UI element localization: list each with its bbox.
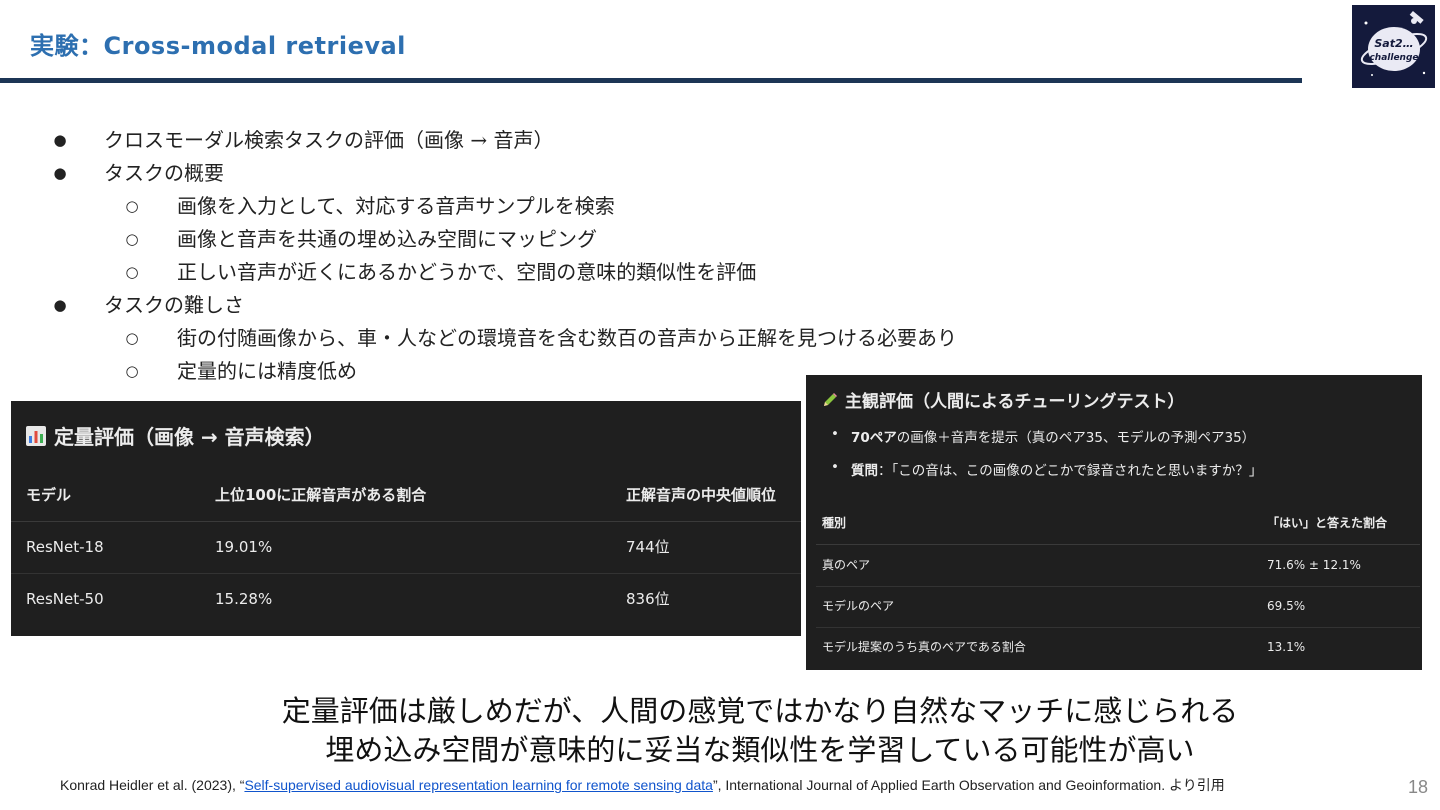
bullet-marker: ● — [53, 296, 67, 314]
table-cell: ResNet-18 — [26, 538, 104, 556]
column-header: 「はい」と答えた割合 — [1267, 516, 1388, 530]
bullet-marker: ● — [53, 164, 67, 182]
table-row: ResNet-18 19.01% 744位 — [11, 521, 801, 574]
table-cell: 836位 — [626, 590, 670, 608]
citation-prefix: Konrad Heidler et al. (2023), “ — [60, 777, 245, 793]
bullet-item: ● クロスモーダル検索タスクの評価（画像 → 音声） — [50, 124, 1150, 157]
bullet-text: ：「この音は、この画像のどこかで録音されたと思いますか？」 — [878, 463, 1263, 479]
table-cell: 15.28% — [215, 590, 273, 608]
sub-bullet-item: ○ 正しい音声が近くにあるかどうかで、空間の意味的類似性を評価 — [50, 256, 1150, 289]
bullet-marker: ○ — [125, 329, 139, 347]
challenge-logo: Sat2… challenge — [1352, 5, 1435, 88]
bullet-bold: 70ペア — [851, 430, 897, 446]
bar-chart-icon — [26, 425, 46, 446]
table-cell: 69.5% — [1267, 599, 1306, 613]
bullet-text: 街の付随画像から、車・人などの環境音を含む数百の音声から正解を見つける必要あり — [177, 326, 957, 350]
bullet-text: タスクの難しさ — [104, 293, 244, 317]
bullet-text: の画像＋音声を提示（真のペア35、モデルの予測ペア35） — [896, 430, 1256, 446]
bullet-marker: ○ — [125, 230, 139, 248]
bullet-text: 正しい音声が近くにあるかどうかで、空間の意味的類似性を評価 — [177, 260, 757, 284]
panel-title: 主観評価（人間によるチューリングテスト） — [845, 392, 1185, 412]
bullet-item: ● タスクの概要 — [50, 157, 1150, 190]
svg-text:challenge: challenge — [1369, 53, 1418, 63]
bullet-marker: ○ — [125, 263, 139, 281]
column-header: 上位100に正解音声がある割合 — [215, 486, 427, 504]
panel-heading: 主観評価（人間によるチューリングテスト） — [821, 387, 1185, 412]
bullet-marker: ● — [53, 131, 67, 149]
table-cell: モデルのペア — [822, 599, 895, 613]
svg-text:Sat2…: Sat2… — [1374, 37, 1413, 50]
table-cell: 19.01% — [215, 538, 273, 556]
slide-title: 実験：Cross-modal retrieval — [30, 32, 406, 60]
conclusion-line: 定量評価は厳しめだが、人間の感覚ではかなり自然なマッチに感じられる — [281, 694, 1239, 728]
column-header: 種別 — [822, 516, 847, 530]
bullet-marker: ○ — [125, 197, 139, 215]
table-cell: 71.6% ± 12.1% — [1267, 558, 1361, 572]
column-header: 正解音声の中央値順位 — [626, 486, 777, 504]
conclusion-line: 埋め込み空間が意味的に妥当な類似性を学習している可能性が高い — [325, 733, 1195, 767]
title-divider — [0, 78, 1302, 83]
subjective-eval-panel: 主観評価（人間によるチューリングテスト） • 70ペアの画像＋音声を提示（真のペ… — [806, 375, 1422, 670]
bullet-text: 画像を入力として、対応する音声サンプルを検索 — [177, 194, 615, 218]
column-header: モデル — [26, 486, 72, 504]
table-cell: 真のペア — [822, 558, 871, 572]
page-number: 18 — [1407, 777, 1428, 797]
logo-emblem-icon: Sat2… challenge — [1360, 10, 1427, 76]
bullet-list: ● クロスモーダル検索タスクの評価（画像 → 音声） ● タスクの概要 ○ 画像… — [50, 124, 1150, 388]
table-cell: 13.1% — [1267, 640, 1306, 654]
table-header-row: 種別 「はい」と答えた割合 — [816, 503, 1420, 545]
table-row: モデル提案のうち真のペアである割合 13.1% — [816, 627, 1420, 668]
sub-bullet-item: ○ 画像を入力として、対応する音声サンプルを検索 — [50, 190, 1150, 223]
paper-link[interactable]: Self-supervised audiovisual representati… — [244, 777, 713, 793]
bullet-item: ● タスクの難しさ — [50, 289, 1150, 322]
table-row: モデルのペア 69.5% — [816, 586, 1420, 628]
bullet-text: クロスモーダル検索タスクの評価（画像 → 音声） — [104, 128, 554, 152]
table-row: ResNet-50 15.28% 836位 — [11, 573, 801, 625]
citation: Konrad Heidler et al. (2023), “Self-supe… — [60, 775, 1225, 795]
sub-bullet-item: ○ 画像と音声を共通の埋め込み空間にマッピング — [50, 223, 1150, 256]
citation-suffix: ”, International Journal of Applied Eart… — [712, 777, 1225, 793]
sub-bullet-item: ○ 街の付随画像から、車・人などの環境音を含む数百の音声から正解を見つける必要あ… — [50, 322, 1150, 355]
table-row: 真のペア 71.6% ± 12.1% — [816, 545, 1420, 587]
table-cell: 744位 — [626, 538, 670, 556]
bullet-text: タスクの概要 — [104, 161, 224, 185]
panel-heading: 定量評価（画像 → 音声検索） — [26, 421, 325, 450]
quantitative-eval-panel: 定量評価（画像 → 音声検索） モデル 上位100に正解音声がある割合 正解音声… — [11, 401, 801, 636]
table-header-row: モデル 上位100に正解音声がある割合 正解音声の中央値順位 — [11, 469, 801, 522]
table-cell: ResNet-50 — [26, 590, 104, 608]
bullet-text: 画像と音声を共通の埋め込み空間にマッピング — [177, 227, 597, 251]
pencil-icon — [824, 392, 837, 406]
table-cell: モデル提案のうち真のペアである割合 — [822, 640, 1026, 654]
panel-title: 定量評価（画像 → 音声検索） — [54, 425, 325, 449]
bullet-bold: 質問 — [851, 463, 878, 479]
bullet-marker: ○ — [125, 362, 139, 380]
bullet-text: 定量的には精度低め — [177, 359, 357, 383]
